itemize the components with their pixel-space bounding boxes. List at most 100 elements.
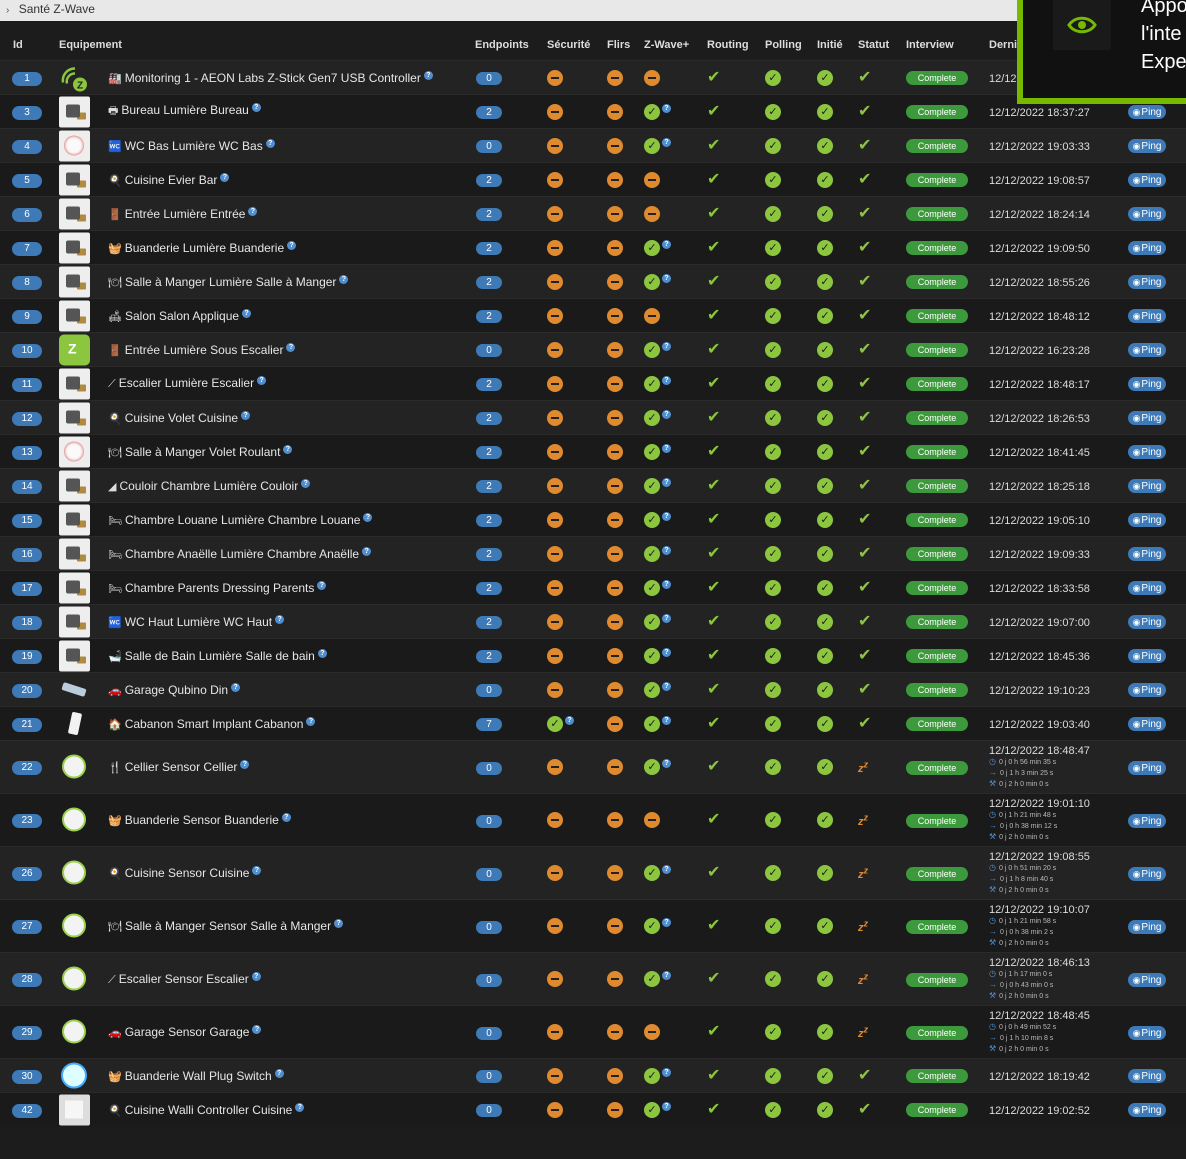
help-icon[interactable]: ? xyxy=(334,919,344,929)
equipment-name[interactable]: Chambre Louane Lumière Chambre Louane xyxy=(125,513,360,527)
equipment-cell[interactable]: 🧺 Buanderie Sensor Buanderie? xyxy=(59,813,291,827)
zwaveplus-help-icon[interactable]: ? xyxy=(662,511,671,521)
ping-button[interactable]: ◉Ping xyxy=(1128,760,1166,775)
ping-button[interactable]: ◉Ping xyxy=(1128,581,1166,595)
equipment-name[interactable]: Cabanon Smart Implant Cabanon xyxy=(125,717,304,731)
equipment-name[interactable]: Salle à Manger Volet Roulant xyxy=(125,445,280,459)
equipment-name[interactable]: Buanderie Lumière Buanderie xyxy=(125,241,284,255)
node-id-badge[interactable]: 3 xyxy=(12,105,42,120)
ping-button[interactable]: ◉Ping xyxy=(1128,343,1166,357)
zwaveplus-help-icon[interactable]: ? xyxy=(662,545,671,555)
ping-button[interactable]: ◉Ping xyxy=(1128,377,1166,391)
ping-button[interactable]: ◉Ping xyxy=(1128,411,1166,425)
help-icon[interactable]: ? xyxy=(295,1103,305,1113)
help-icon[interactable]: ? xyxy=(306,716,316,726)
zwaveplus-help-icon[interactable]: ? xyxy=(662,1101,671,1111)
help-icon[interactable]: ? xyxy=(257,376,267,386)
zwaveplus-help-icon[interactable]: ? xyxy=(662,865,671,874)
node-id-badge[interactable]: 30 xyxy=(12,1069,42,1084)
node-id-badge[interactable]: 9 xyxy=(12,309,42,324)
zwaveplus-help-icon[interactable]: ? xyxy=(662,341,671,351)
node-id-badge[interactable]: 28 xyxy=(12,973,42,987)
zwaveplus-help-icon[interactable]: ? xyxy=(662,613,671,623)
equipment-cell[interactable]: 🛏 Chambre Parents Dressing Parents? xyxy=(59,580,327,595)
equipment-name[interactable]: Garage Qubino Din xyxy=(125,683,228,697)
equipment-cell[interactable]: 🚪 Entrée Lumière Sous Escalier? xyxy=(59,342,296,357)
col-id[interactable]: Id xyxy=(0,30,59,61)
equipment-name[interactable]: Salle de Bain Lumière Salle de bain xyxy=(125,649,315,663)
ping-button[interactable]: ◉Ping xyxy=(1128,139,1166,153)
col-securite[interactable]: Sécurité xyxy=(547,30,607,61)
zwaveplus-help-icon[interactable]: ? xyxy=(662,239,671,249)
help-icon[interactable]: ? xyxy=(423,70,433,80)
ping-button[interactable]: ◉Ping xyxy=(1128,1103,1166,1118)
equipment-cell[interactable]: 🍽 Salle à Manger Lumière Salle à Manger? xyxy=(59,274,349,289)
zwaveplus-help-icon[interactable]: ? xyxy=(662,137,671,147)
zwaveplus-help-icon[interactable]: ? xyxy=(662,759,671,768)
node-id-badge[interactable]: 21 xyxy=(12,717,42,732)
equipment-cell[interactable]: 🚾 WC Haut Lumière WC Haut? xyxy=(59,614,285,629)
help-icon[interactable]: ? xyxy=(241,410,251,420)
node-id-badge[interactable]: 6 xyxy=(12,207,42,222)
equipment-name[interactable]: Chambre Anaëlle Lumière Chambre Anaëlle xyxy=(125,547,359,561)
ping-button[interactable]: ◉Ping xyxy=(1128,1069,1166,1083)
equipment-cell[interactable]: ◢ Couloir Chambre Lumière Couloir? xyxy=(59,478,311,493)
zwaveplus-help-icon[interactable]: ? xyxy=(662,647,671,657)
node-id-badge[interactable]: 22 xyxy=(12,761,42,775)
node-id-badge[interactable]: 20 xyxy=(12,683,42,698)
equipment-cell[interactable]: 🏠 Cabanon Smart Implant Cabanon? xyxy=(59,716,316,731)
equipment-name[interactable]: Buanderie Wall Plug Switch xyxy=(125,1069,272,1083)
node-id-badge[interactable]: 16 xyxy=(12,547,42,562)
col-flirs[interactable]: Flirs xyxy=(607,30,644,61)
help-icon[interactable]: ? xyxy=(252,866,262,876)
node-id-badge[interactable]: 17 xyxy=(12,581,42,596)
equipment-name[interactable]: Bureau Lumière Bureau xyxy=(121,103,248,117)
help-icon[interactable]: ? xyxy=(274,1068,284,1078)
node-id-badge[interactable]: 42 xyxy=(12,1103,42,1118)
equipment-name[interactable]: Cuisine Sensor Cuisine xyxy=(125,866,250,880)
security-help-icon[interactable]: ? xyxy=(565,715,574,725)
help-icon[interactable]: ? xyxy=(248,206,258,216)
col-statut[interactable]: Statut xyxy=(858,30,906,61)
help-icon[interactable]: ? xyxy=(287,240,297,250)
ping-button[interactable]: ◉Ping xyxy=(1128,717,1166,731)
node-id-badge[interactable]: 15 xyxy=(12,513,42,528)
ping-button[interactable]: ◉Ping xyxy=(1128,105,1166,119)
help-icon[interactable]: ? xyxy=(317,580,327,590)
ping-button[interactable]: ◉Ping xyxy=(1128,919,1166,934)
equipment-name[interactable]: Monitoring 1 - AEON Labs Z-Stick Gen7 US… xyxy=(125,71,421,85)
equipment-cell[interactable]: 🏭 Monitoring 1 - AEON Labs Z-Stick Gen7 U… xyxy=(59,70,433,85)
node-id-badge[interactable]: 4 xyxy=(12,139,42,154)
node-id-badge[interactable]: 8 xyxy=(12,275,42,290)
node-id-badge[interactable]: 7 xyxy=(12,241,42,256)
node-id-badge[interactable]: 5 xyxy=(12,173,42,188)
ping-button[interactable]: ◉Ping xyxy=(1128,683,1166,697)
help-icon[interactable]: ? xyxy=(286,342,296,352)
zwaveplus-help-icon[interactable]: ? xyxy=(662,477,671,487)
help-icon[interactable]: ? xyxy=(275,614,285,624)
equipment-cell[interactable]: 🍳 Cuisine Walli Controller Cuisine? xyxy=(59,1103,305,1117)
equipment-cell[interactable]: 🍽 Salle à Manger Volet Roulant? xyxy=(59,444,293,459)
equipment-name[interactable]: Entrée Lumière Entrée xyxy=(125,207,246,221)
col-zwaveplus[interactable]: Z-Wave+ xyxy=(644,30,707,61)
equipment-cell[interactable]: 🛏 Chambre Anaëlle Lumière Chambre Anaëlle… xyxy=(59,546,372,561)
col-polling[interactable]: Polling xyxy=(765,30,817,61)
node-id-badge[interactable]: 29 xyxy=(12,1026,42,1040)
equipment-name[interactable]: Cuisine Volet Cuisine xyxy=(125,411,238,425)
help-icon[interactable]: ? xyxy=(251,971,261,981)
equipment-name[interactable]: Salon Salon Applique xyxy=(125,309,239,323)
help-icon[interactable]: ? xyxy=(231,682,241,692)
node-id-badge[interactable]: 10 xyxy=(12,343,42,358)
ping-button[interactable]: ◉Ping xyxy=(1128,1025,1166,1040)
zwaveplus-help-icon[interactable]: ? xyxy=(662,273,671,283)
equipment-name[interactable]: Couloir Chambre Lumière Couloir xyxy=(119,479,298,493)
zwaveplus-help-icon[interactable]: ? xyxy=(662,1067,671,1077)
zwaveplus-help-icon[interactable]: ? xyxy=(662,681,671,691)
equipment-cell[interactable]: 🛁 Salle de Bain Lumière Salle de bain? xyxy=(59,648,327,663)
ping-button[interactable]: ◉Ping xyxy=(1128,972,1166,987)
col-routing[interactable]: Routing xyxy=(707,30,765,61)
help-icon[interactable]: ? xyxy=(265,138,275,148)
ping-button[interactable]: ◉Ping xyxy=(1128,309,1166,323)
help-icon[interactable]: ? xyxy=(283,444,293,454)
ping-button[interactable]: ◉Ping xyxy=(1128,547,1166,561)
